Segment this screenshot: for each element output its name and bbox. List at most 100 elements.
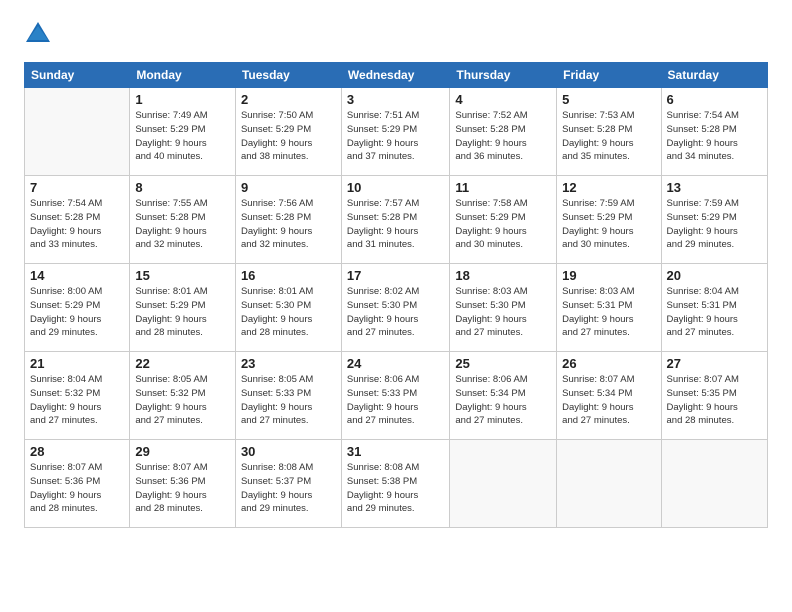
- day-number: 29: [135, 444, 230, 459]
- day-number: 20: [667, 268, 762, 283]
- day-number: 25: [455, 356, 551, 371]
- day-number: 8: [135, 180, 230, 195]
- day-info: Sunrise: 8:01 AMSunset: 5:30 PMDaylight:…: [241, 285, 336, 340]
- day-number: 1: [135, 92, 230, 107]
- day-info: Sunrise: 8:01 AMSunset: 5:29 PMDaylight:…: [135, 285, 230, 340]
- day-number: 7: [30, 180, 124, 195]
- day-info: Sunrise: 8:08 AMSunset: 5:38 PMDaylight:…: [347, 461, 444, 516]
- day-number: 4: [455, 92, 551, 107]
- day-info: Sunrise: 8:00 AMSunset: 5:29 PMDaylight:…: [30, 285, 124, 340]
- day-number: 15: [135, 268, 230, 283]
- day-number: 22: [135, 356, 230, 371]
- day-info: Sunrise: 7:59 AMSunset: 5:29 PMDaylight:…: [667, 197, 762, 252]
- calendar-cell: 10Sunrise: 7:57 AMSunset: 5:28 PMDayligh…: [341, 176, 449, 264]
- day-number: 12: [562, 180, 655, 195]
- calendar-cell: 27 Sunrise: 8:07 AMSunset: 5:35 PMDayligh…: [661, 352, 767, 440]
- calendar: SundayMondayTuesdayWednesdayThursdayFrid…: [24, 62, 768, 528]
- day-info: Sunrise: 8:04 AMSunset: 5:32 PMDaylight:…: [30, 373, 124, 428]
- logo: [24, 20, 56, 48]
- calendar-cell: 2 Sunrise: 7:50 AMSunset: 5:29 PMDaylight…: [235, 88, 341, 176]
- day-info: Sunrise: 7:55 AMSunset: 5:28 PMDaylight:…: [135, 197, 230, 252]
- calendar-cell: 23 Sunrise: 8:05 AMSunset: 5:33 PMDayligh…: [235, 352, 341, 440]
- calendar-cell: 1 Sunrise: 7:49 AMSunset: 5:29 PMDaylight…: [130, 88, 236, 176]
- day-info: Sunrise: 7:56 AMSunset: 5:28 PMDaylight:…: [241, 197, 336, 252]
- calendar-cell: 5Sunrise: 7:53 AMSunset: 5:28 PMDaylight…: [557, 88, 661, 176]
- calendar-header-wednesday: Wednesday: [341, 63, 449, 88]
- calendar-cell: 9Sunrise: 7:56 AMSunset: 5:28 PMDaylight…: [235, 176, 341, 264]
- day-number: 26: [562, 356, 655, 371]
- calendar-cell: 21 Sunrise: 8:04 AMSunset: 5:32 PMDayligh…: [25, 352, 130, 440]
- calendar-cell: [25, 88, 130, 176]
- calendar-cell: 25 Sunrise: 8:06 AMSunset: 5:34 PMDayligh…: [450, 352, 557, 440]
- calendar-cell: [557, 440, 661, 528]
- day-number: 10: [347, 180, 444, 195]
- day-number: 21: [30, 356, 124, 371]
- page: SundayMondayTuesdayWednesdayThursdayFrid…: [0, 0, 792, 612]
- calendar-cell: 3 Sunrise: 7:51 AMSunset: 5:29 PMDaylight…: [341, 88, 449, 176]
- logo-icon: [24, 20, 52, 48]
- calendar-cell: 4 Sunrise: 7:52 AMSunset: 5:28 PMDaylight…: [450, 88, 557, 176]
- day-number: 31: [347, 444, 444, 459]
- day-number: 30: [241, 444, 336, 459]
- day-info: Sunrise: 8:07 AMSunset: 5:35 PMDaylight:…: [667, 373, 762, 428]
- calendar-cell: [661, 440, 767, 528]
- day-info: Sunrise: 7:51 AMSunset: 5:29 PMDaylight:…: [347, 109, 444, 164]
- calendar-cell: 28Sunrise: 8:07 AMSunset: 5:36 PMDayligh…: [25, 440, 130, 528]
- day-info: Sunrise: 7:59 AMSunset: 5:29 PMDaylight:…: [562, 197, 655, 252]
- day-info: Sunrise: 8:08 AMSunset: 5:37 PMDaylight:…: [241, 461, 336, 516]
- day-info: Sunrise: 8:05 AMSunset: 5:33 PMDaylight:…: [241, 373, 336, 428]
- calendar-header-friday: Friday: [557, 63, 661, 88]
- day-info: Sunrise: 7:50 AMSunset: 5:29 PMDaylight:…: [241, 109, 336, 164]
- calendar-cell: 6 Sunrise: 7:54 AMSunset: 5:28 PMDaylight…: [661, 88, 767, 176]
- day-number: 16: [241, 268, 336, 283]
- calendar-cell: 29 Sunrise: 8:07 AMSunset: 5:36 PMDayligh…: [130, 440, 236, 528]
- calendar-header-thursday: Thursday: [450, 63, 557, 88]
- day-info: Sunrise: 7:52 AMSunset: 5:28 PMDaylight:…: [455, 109, 551, 164]
- day-info: Sunrise: 8:07 AMSunset: 5:36 PMDaylight:…: [135, 461, 230, 516]
- day-info: Sunrise: 8:03 AMSunset: 5:31 PMDaylight:…: [562, 285, 655, 340]
- day-number: 2: [241, 92, 336, 107]
- calendar-cell: 7 Sunrise: 7:54 AMSunset: 5:28 PMDaylight…: [25, 176, 130, 264]
- day-info: Sunrise: 7:54 AMSunset: 5:28 PMDaylight:…: [30, 197, 124, 252]
- day-info: Sunrise: 7:49 AMSunset: 5:29 PMDaylight:…: [135, 109, 230, 164]
- calendar-header-sunday: Sunday: [25, 63, 130, 88]
- calendar-week-row: 21 Sunrise: 8:04 AMSunset: 5:32 PMDayligh…: [25, 352, 768, 440]
- day-info: Sunrise: 8:06 AMSunset: 5:33 PMDaylight:…: [347, 373, 444, 428]
- calendar-cell: 15 Sunrise: 8:01 AMSunset: 5:29 PMDayligh…: [130, 264, 236, 352]
- calendar-header-row: SundayMondayTuesdayWednesdayThursdayFrid…: [25, 63, 768, 88]
- day-number: 11: [455, 180, 551, 195]
- day-info: Sunrise: 8:06 AMSunset: 5:34 PMDaylight:…: [455, 373, 551, 428]
- calendar-cell: 13 Sunrise: 7:59 AMSunset: 5:29 PMDayligh…: [661, 176, 767, 264]
- day-number: 27: [667, 356, 762, 371]
- day-number: 28: [30, 444, 124, 459]
- day-number: 13: [667, 180, 762, 195]
- calendar-cell: [450, 440, 557, 528]
- day-number: 19: [562, 268, 655, 283]
- calendar-cell: 12 Sunrise: 7:59 AMSunset: 5:29 PMDayligh…: [557, 176, 661, 264]
- calendar-week-row: 28 Sunrise: 8:07 AMSunset: 5:36 PMDayligh…: [25, 440, 768, 528]
- calendar-header-tuesday: Tuesday: [235, 63, 341, 88]
- day-number: 17: [347, 268, 444, 283]
- day-number: 18: [455, 268, 551, 283]
- calendar-cell: 16 Sunrise: 8:01 AMSunset: 5:30 PMDayligh…: [235, 264, 341, 352]
- day-info: Sunrise: 8:03 AMSunset: 5:30 PMDaylight:…: [455, 285, 551, 340]
- calendar-cell: 11 Sunrise: 7:58 AMSunset: 5:29 PMDayligh…: [450, 176, 557, 264]
- calendar-week-row: 7 Sunrise: 7:54 AMSunset: 5:28 PMDaylight…: [25, 176, 768, 264]
- day-number: 6: [667, 92, 762, 107]
- calendar-cell: 30 Sunrise: 8:08 AMSunset: 5:37 PMDayligh…: [235, 440, 341, 528]
- calendar-week-row: 14Sunrise: 8:00 AMSunset: 5:29 PMDayligh…: [25, 264, 768, 352]
- day-info: Sunrise: 8:02 AMSunset: 5:30 PMDaylight:…: [347, 285, 444, 340]
- calendar-cell: 22 Sunrise: 8:05 AMSunset: 5:32 PMDayligh…: [130, 352, 236, 440]
- header: [24, 20, 768, 48]
- calendar-cell: 18 Sunrise: 8:03 AMSunset: 5:30 PMDayligh…: [450, 264, 557, 352]
- calendar-cell: 14Sunrise: 8:00 AMSunset: 5:29 PMDayligh…: [25, 264, 130, 352]
- calendar-header-monday: Monday: [130, 63, 236, 88]
- calendar-cell: 24Sunrise: 8:06 AMSunset: 5:33 PMDayligh…: [341, 352, 449, 440]
- day-info: Sunrise: 8:05 AMSunset: 5:32 PMDaylight:…: [135, 373, 230, 428]
- day-info: Sunrise: 7:58 AMSunset: 5:29 PMDaylight:…: [455, 197, 551, 252]
- day-number: 23: [241, 356, 336, 371]
- calendar-cell: 8 Sunrise: 7:55 AMSunset: 5:28 PMDaylight…: [130, 176, 236, 264]
- day-number: 3: [347, 92, 444, 107]
- day-info: Sunrise: 8:04 AMSunset: 5:31 PMDaylight:…: [667, 285, 762, 340]
- day-info: Sunrise: 7:54 AMSunset: 5:28 PMDaylight:…: [667, 109, 762, 164]
